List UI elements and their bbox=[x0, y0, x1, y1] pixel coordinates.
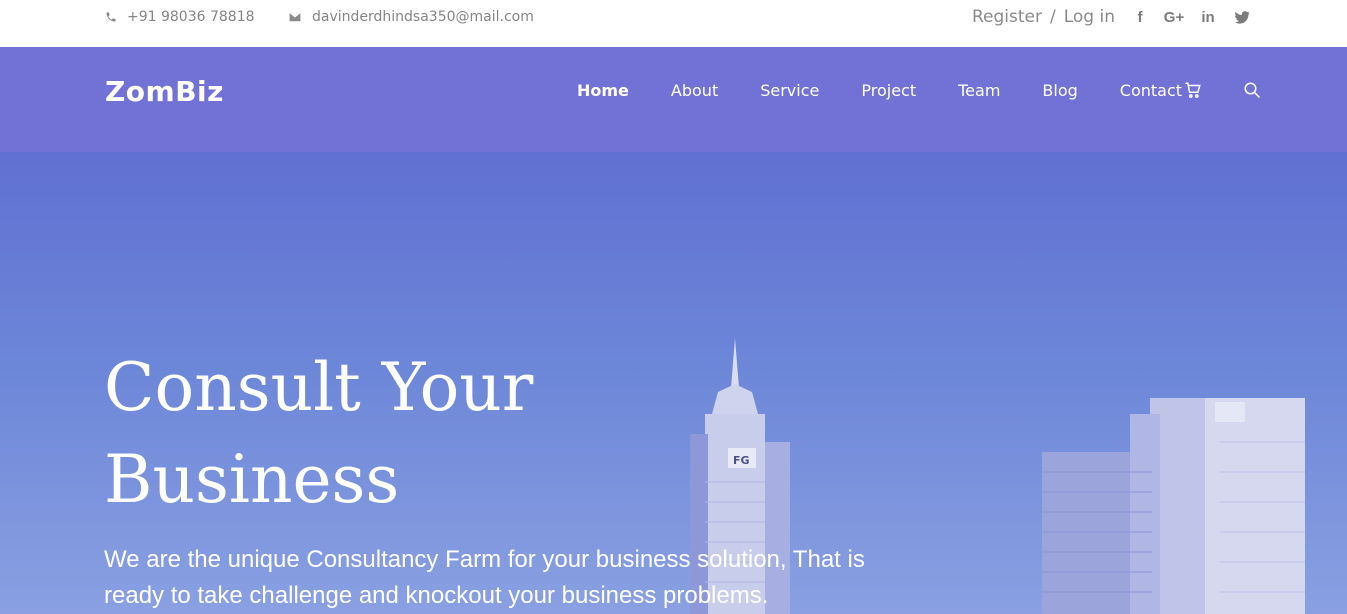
phone-number: +91 98036 78818 bbox=[127, 9, 255, 25]
svg-text:FG: FG bbox=[733, 454, 750, 467]
social-links: f G+ in bbox=[1130, 8, 1252, 26]
hero-title: Consult Your Business bbox=[104, 342, 704, 526]
hero-subtitle: We are the unique Consultancy Farm for y… bbox=[104, 546, 865, 609]
nav-item-contact[interactable]: Contact bbox=[1120, 81, 1182, 100]
facebook-icon[interactable]: f bbox=[1130, 8, 1150, 26]
auth-separator: / bbox=[1050, 7, 1056, 27]
hero-title-line-2: Business bbox=[104, 441, 400, 518]
auth-links: Register / Log in bbox=[972, 7, 1115, 27]
login-link[interactable]: Log in bbox=[1064, 7, 1115, 27]
top-bar: +91 98036 78818 davinderdhindsa350@mail.… bbox=[0, 0, 1347, 47]
nav-item-project[interactable]: Project bbox=[861, 81, 916, 100]
hero-section: FG Consult Your Business We are the uniq… bbox=[0, 152, 1347, 614]
email-contact: davinderdhindsa350@mail.com bbox=[288, 9, 534, 25]
site-logo[interactable]: ZomBiz bbox=[105, 75, 224, 108]
twitter-icon[interactable] bbox=[1232, 8, 1252, 26]
google-plus-icon[interactable]: G+ bbox=[1164, 8, 1184, 26]
email-address[interactable]: davinderdhindsa350@mail.com bbox=[312, 9, 534, 25]
main-navbar: ZomBiz Home About Service Project Team B… bbox=[0, 47, 1347, 152]
nav-item-blog[interactable]: Blog bbox=[1042, 81, 1077, 100]
main-menu: Home About Service Project Team Blog Con… bbox=[577, 81, 1182, 100]
phone-contact: +91 98036 78818 bbox=[105, 9, 255, 25]
nav-item-home[interactable]: Home bbox=[577, 81, 629, 100]
nav-item-team[interactable]: Team bbox=[958, 81, 1000, 100]
register-link[interactable]: Register bbox=[972, 7, 1042, 27]
search-icon[interactable] bbox=[1243, 81, 1261, 99]
nav-item-service[interactable]: Service bbox=[760, 81, 819, 100]
nav-item-about[interactable]: About bbox=[671, 81, 718, 100]
cart-icon[interactable] bbox=[1184, 81, 1202, 99]
envelope-icon bbox=[288, 11, 302, 23]
hero-title-line-1: Consult Your bbox=[104, 349, 534, 426]
phone-icon bbox=[106, 12, 116, 22]
linkedin-icon[interactable]: in bbox=[1198, 8, 1218, 26]
